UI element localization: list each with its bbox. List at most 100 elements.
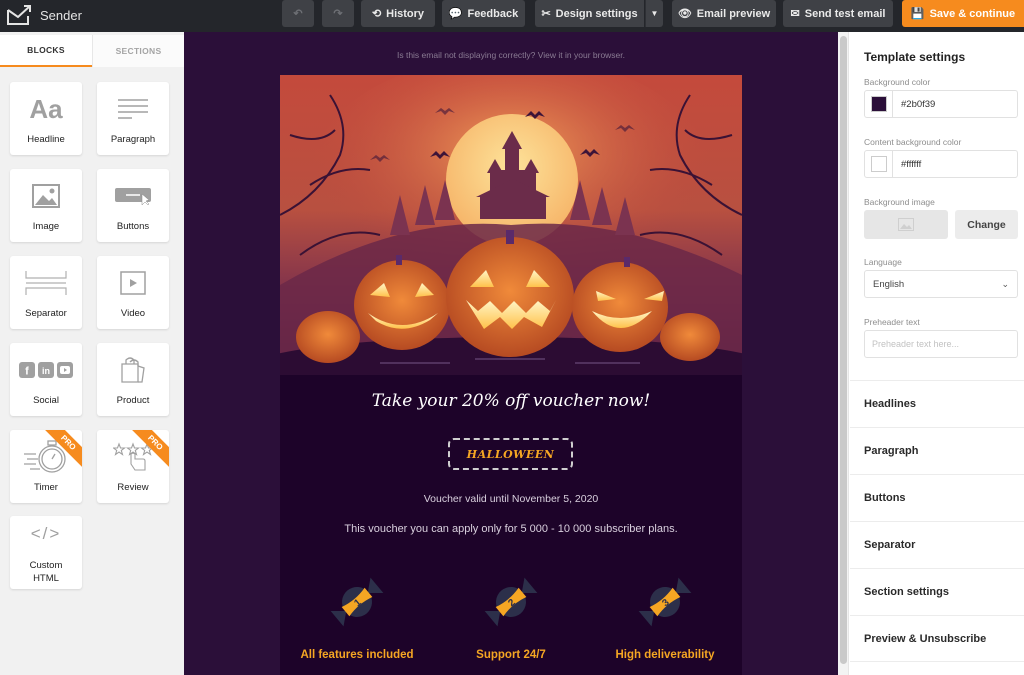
block-review[interactable]: Review PRO (97, 430, 169, 503)
envelope-open-icon: ✉ (790, 8, 800, 20)
save-continue-button[interactable]: 💾 Save & continue (902, 0, 1024, 27)
section-buttons[interactable]: Buttons (850, 474, 1024, 521)
email-content: Take your 20% off voucher now! HALLOWEEN… (280, 75, 742, 675)
feature-item[interactable]: 2 Support 24/7 (434, 570, 588, 670)
language-value: English (873, 278, 905, 290)
history-button[interactable]: ⟲ History (361, 0, 435, 27)
block-label: Separator (25, 308, 67, 319)
tools-icon: ✂ (541, 8, 551, 20)
block-paragraph[interactable]: Paragraph (97, 82, 169, 155)
feature-label: All features included (300, 649, 414, 661)
image-placeholder-icon (898, 218, 914, 231)
template-settings-title: Template settings (864, 50, 966, 64)
candy-icon: 3 (638, 577, 692, 627)
button-cursor-icon (97, 179, 169, 213)
voucher-valid-text[interactable]: Voucher valid until November 5, 2020 (280, 493, 742, 505)
background-color-label: Background color (864, 77, 931, 87)
section-section-settings[interactable]: Section settings (850, 568, 1024, 615)
tab-sections[interactable]: SECTIONS (92, 35, 184, 67)
block-timer[interactable]: Timer PRO (10, 430, 82, 503)
background-color-field[interactable]: #2b0f39 (864, 90, 1018, 118)
voucher-apply-text[interactable]: This voucher you can apply only for 5 00… (280, 523, 742, 535)
hero-image[interactable] (280, 75, 742, 375)
save-label: Save & continue (929, 7, 1016, 20)
preheader-input[interactable]: Preheader text here... (864, 330, 1018, 358)
svg-text:f: f (25, 366, 29, 378)
block-video[interactable]: Video (97, 256, 169, 329)
video-play-icon (97, 266, 169, 300)
email-headline[interactable]: Take your 20% off voucher now! (280, 391, 742, 411)
code-brackets-icon: </> (30, 524, 62, 543)
block-custom-html[interactable]: </> Custom HTML (10, 516, 82, 589)
change-image-button[interactable]: Change (955, 210, 1018, 239)
feedback-button[interactable]: 💬 Feedback (442, 0, 525, 27)
candy-icon: 1 (330, 577, 384, 627)
top-toolbar: Sender ↶ ↷ ⟲ History 💬 Feedback ✂ Design… (0, 0, 1024, 32)
content-bg-field[interactable]: #ffffff (864, 150, 1018, 178)
undo-button[interactable]: ↶ (282, 0, 314, 27)
history-label: History (386, 7, 425, 20)
svg-text:in: in (42, 366, 50, 376)
block-label: Image (32, 221, 60, 232)
block-buttons[interactable]: Buttons (97, 169, 169, 242)
tab-blocks[interactable]: BLOCKS (0, 35, 92, 67)
image-icon (10, 179, 82, 213)
caret-down-icon: ▼ (650, 9, 659, 18)
brand-name: Sender (40, 8, 82, 23)
block-product[interactable]: Product (97, 343, 169, 416)
social-icons-icon: f in (10, 353, 82, 387)
eye-icon: 👁 (677, 8, 692, 20)
feature-item[interactable]: 1 All features included (280, 570, 434, 670)
scrollbar[interactable] (838, 32, 849, 675)
separator-icon (10, 266, 82, 300)
feature-label: Support 24/7 (476, 649, 546, 661)
language-label: Language (864, 257, 902, 267)
content-bg-value: #ffffff (901, 158, 922, 170)
redo-icon: ↷ (333, 8, 343, 20)
background-color-swatch[interactable] (870, 96, 887, 112)
design-settings-dropdown[interactable]: ▼ (645, 0, 663, 27)
preheader-label: Preheader text (864, 317, 920, 327)
section-separator[interactable]: Separator (850, 521, 1024, 568)
block-separator[interactable]: Separator (10, 256, 82, 329)
background-color-value: #2b0f39 (901, 98, 936, 110)
shopping-bag-icon (97, 353, 169, 387)
design-settings-label: Design settings (555, 7, 638, 20)
blocks-panel: BLOCKS SECTIONS Aa Headline Paragraph Im… (0, 32, 184, 675)
section-paragraph[interactable]: Paragraph (850, 427, 1024, 474)
content-bg-label: Content background color (864, 137, 962, 147)
feature-label: High deliverability (615, 649, 715, 661)
panel-tabs: BLOCKS SECTIONS (0, 35, 184, 67)
section-preview-unsubscribe[interactable]: Preview & Unsubscribe (850, 615, 1024, 662)
background-image-label: Background image (864, 197, 935, 207)
browser-view-notice[interactable]: Is this email not displaying correctly? … (184, 50, 838, 60)
sender-logo-icon (7, 5, 31, 25)
section-headlines[interactable]: Headlines (850, 380, 1024, 427)
send-test-email-button[interactable]: ✉ Send test email (783, 0, 893, 27)
voucher-code[interactable]: HALLOWEEN (448, 438, 573, 470)
block-label: Paragraph (110, 134, 156, 145)
chevron-down-icon: ⌄ (1001, 278, 1009, 289)
email-preview-label: Email preview (696, 7, 771, 20)
feature-item[interactable]: 3 High deliverability (588, 570, 742, 670)
candy-icon: 2 (484, 577, 538, 627)
block-headline[interactable]: Aa Headline (10, 82, 82, 155)
content-bg-swatch[interactable] (870, 156, 887, 172)
redo-button[interactable]: ↷ (322, 0, 354, 27)
settings-panel: Template settings Background color #2b0f… (838, 32, 1024, 675)
text-aa-icon: Aa (29, 93, 63, 124)
background-image-preview[interactable] (864, 210, 948, 239)
block-social[interactable]: f in Social (10, 343, 82, 416)
block-image[interactable]: Image (10, 169, 82, 242)
language-select[interactable]: English ⌄ (864, 270, 1018, 298)
scrollbar-thumb[interactable] (840, 36, 847, 664)
email-preview-button[interactable]: 👁 Email preview (672, 0, 776, 27)
floppy-disk-icon: 💾 (910, 8, 925, 20)
block-label: Headline (27, 134, 65, 145)
halloween-illustration (280, 75, 742, 375)
undo-icon: ↶ (293, 8, 303, 20)
design-settings-button[interactable]: ✂ Design settings (535, 0, 644, 27)
history-icon: ⟲ (371, 8, 382, 20)
block-label: Social (33, 395, 59, 406)
block-label: Timer (34, 482, 58, 493)
